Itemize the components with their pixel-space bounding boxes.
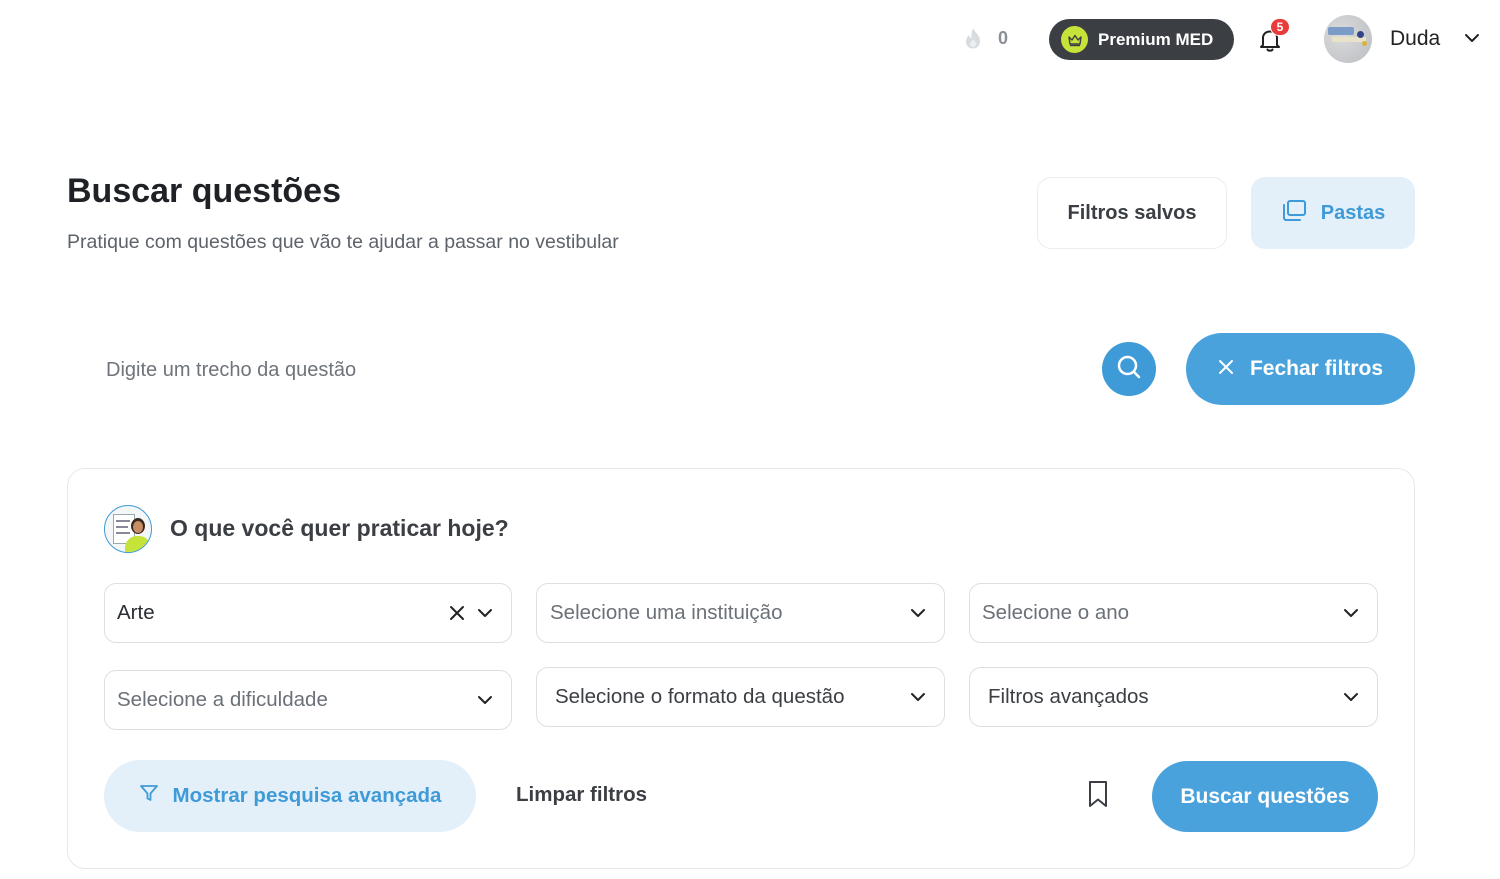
streak-count: 0 xyxy=(998,27,1009,48)
chevron-down-icon xyxy=(477,606,493,624)
search-input[interactable] xyxy=(96,340,1086,400)
clear-icon[interactable] xyxy=(449,605,465,626)
user-name[interactable]: Duda xyxy=(1390,27,1440,51)
chevron-down-icon xyxy=(1343,690,1359,708)
page-title: Buscar questões xyxy=(67,172,341,210)
institution-placeholder: Selecione uma instituição xyxy=(550,601,783,624)
show-advanced-search-button[interactable]: Mostrar pesquisa avançada xyxy=(104,760,476,832)
chevron-down-icon xyxy=(910,690,926,708)
advanced-filters-select[interactable]: Filtros avançados xyxy=(969,667,1378,727)
flame-icon xyxy=(962,26,984,50)
folders-label: Pastas xyxy=(1320,201,1386,224)
year-select[interactable]: Selecione o ano xyxy=(969,583,1378,643)
folders-button[interactable]: Pastas xyxy=(1251,177,1415,249)
clear-filters-button[interactable]: Limpar filtros xyxy=(516,783,647,807)
chevron-down-icon xyxy=(910,606,926,624)
chevron-down-icon[interactable] xyxy=(1464,31,1480,49)
chevron-down-icon xyxy=(1343,606,1359,624)
streak-counter[interactable]: 0 xyxy=(962,26,1008,50)
question-format-select[interactable]: Selecione o formato da questão xyxy=(536,667,945,727)
folders-icon xyxy=(1281,198,1307,228)
tutor-avatar xyxy=(104,505,152,553)
top-bar: 0 Premium MED 5 Duda xyxy=(0,0,1500,78)
search-icon xyxy=(1115,353,1143,386)
close-filters-button[interactable]: Fechar filtros xyxy=(1186,333,1415,405)
difficulty-placeholder: Selecione a dificuldade xyxy=(117,688,328,711)
chevron-down-icon xyxy=(477,693,493,711)
premium-button[interactable]: Premium MED xyxy=(1049,19,1234,60)
institution-select[interactable]: Selecione uma instituição xyxy=(536,583,945,643)
premium-label: Premium MED xyxy=(1098,29,1214,49)
page-subtitle: Pratique com questões que vão te ajudar … xyxy=(67,231,619,253)
show-advanced-search-label: Mostrar pesquisa avançada xyxy=(172,784,442,807)
saved-filters-label: Filtros salvos xyxy=(1067,201,1197,224)
saved-filters-button[interactable]: Filtros salvos xyxy=(1037,177,1227,249)
crown-icon xyxy=(1061,26,1088,53)
bookmark-icon xyxy=(1086,780,1110,813)
notification-badge: 5 xyxy=(1270,18,1290,36)
close-filters-label: Fechar filtros xyxy=(1249,357,1384,380)
search-button[interactable] xyxy=(1102,342,1156,396)
close-icon xyxy=(1218,357,1234,381)
filter-icon xyxy=(139,783,159,809)
question-format-placeholder: Selecione o formato da questão xyxy=(555,685,845,708)
search-questions-label: Buscar questões xyxy=(1180,784,1350,808)
avatar[interactable] xyxy=(1324,15,1372,63)
advanced-filters-label: Filtros avançados xyxy=(988,685,1149,708)
filters-title: O que você quer praticar hoje? xyxy=(170,515,509,541)
difficulty-select[interactable]: Selecione a dificuldade xyxy=(104,670,512,730)
year-placeholder: Selecione o ano xyxy=(982,601,1130,624)
save-filter-button[interactable] xyxy=(1063,761,1133,831)
subject-select[interactable]: Arte xyxy=(104,583,512,643)
search-questions-button[interactable]: Buscar questões xyxy=(1152,761,1378,832)
